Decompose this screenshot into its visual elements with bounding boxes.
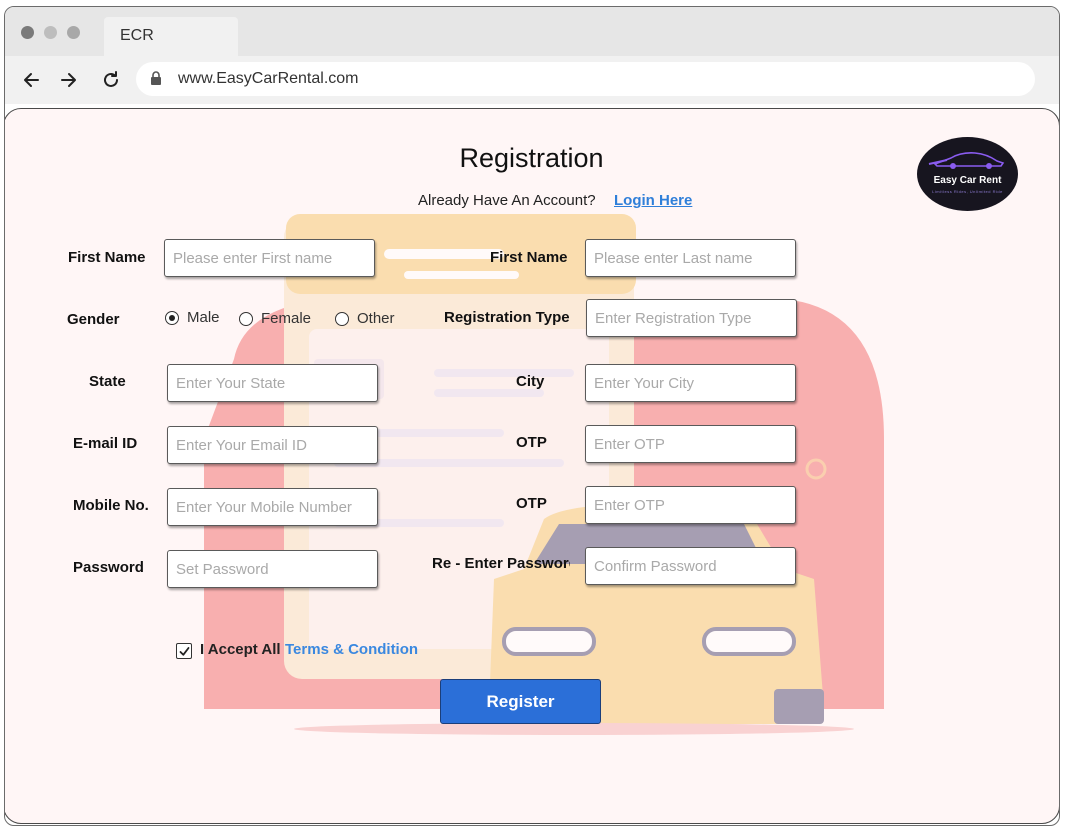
first-name-field[interactable]	[164, 239, 375, 277]
accept-terms-checkbox[interactable]	[176, 643, 192, 659]
reload-button[interactable]	[97, 66, 125, 94]
confirm-password-label: Re - Enter Password	[432, 555, 570, 572]
url-text: www.EasyCarRental.com	[178, 70, 359, 87]
accept-text: I Accept All	[200, 641, 281, 658]
logo-tagline: Limitless Rides, Unlimited Ride	[932, 189, 1003, 194]
mobile-field[interactable]	[167, 488, 378, 526]
gender-label: Gender	[67, 311, 120, 328]
car-logo-icon	[928, 152, 1005, 169]
email-otp-label: OTP	[516, 434, 547, 451]
mobile-label: Mobile No.	[73, 497, 149, 514]
city-label: City	[516, 373, 545, 390]
registration-type-label: Registration Type	[444, 309, 570, 326]
state-input[interactable]	[168, 365, 377, 401]
password-input[interactable]	[168, 551, 377, 587]
arrow-right-icon	[61, 73, 76, 87]
city-input[interactable]	[586, 365, 795, 401]
gender-radio-male[interactable]: Male	[165, 309, 220, 326]
last-name-label: First Name	[490, 249, 568, 266]
logo-text: Easy Car Rent	[933, 175, 1002, 186]
password-field[interactable]	[167, 550, 378, 588]
email-otp-input[interactable]	[586, 426, 795, 462]
mobile-input[interactable]	[168, 489, 377, 525]
registration-type-field[interactable]	[586, 299, 797, 337]
browser-window: ECR www.EasyCarRental.com Registration A…	[4, 6, 1060, 826]
window-minimize-dot[interactable]	[44, 26, 57, 39]
reload-icon	[104, 71, 118, 87]
email-label: E-mail ID	[73, 435, 138, 452]
window-maximize-dot[interactable]	[67, 26, 80, 39]
registration-type-input[interactable]	[587, 300, 796, 336]
gender-radio-other[interactable]: Other	[335, 310, 395, 327]
first-name-input[interactable]	[165, 240, 374, 276]
checkmark-icon	[179, 646, 189, 656]
terms-link[interactable]: Terms & Condition	[285, 641, 418, 658]
register-button[interactable]: Register	[440, 679, 601, 724]
tab-title: ECR	[120, 27, 154, 44]
browser-tab[interactable]: ECR	[104, 17, 238, 56]
have-account-text: Already Have An Account?	[418, 192, 596, 209]
registration-page: Registration Already Have An Account? Lo…	[5, 108, 1059, 824]
confirm-password-field[interactable]	[585, 547, 796, 585]
email-otp-field[interactable]	[585, 425, 796, 463]
forward-button[interactable]	[55, 66, 83, 94]
email-field[interactable]	[167, 426, 378, 464]
last-name-input[interactable]	[586, 240, 795, 276]
state-field[interactable]	[167, 364, 378, 402]
arrow-left-icon	[24, 73, 39, 87]
first-name-label: First Name	[68, 249, 146, 266]
state-label: State	[89, 373, 126, 390]
gender-option-label: Male	[187, 309, 220, 326]
window-close-dot[interactable]	[21, 26, 34, 39]
confirm-password-input[interactable]	[586, 548, 795, 584]
tab-bar: ECR	[5, 7, 1059, 56]
gender-option-label: Female	[261, 310, 312, 327]
back-button[interactable]	[17, 66, 45, 94]
city-field[interactable]	[585, 364, 796, 402]
gender-radio-female[interactable]: Female	[239, 310, 311, 327]
brand-logo: Easy Car Rent Limitless Rides, Unlimited…	[917, 137, 1018, 211]
radio-selected-icon	[165, 310, 179, 325]
password-label: Password	[73, 559, 144, 576]
mobile-otp-label: OTP	[516, 495, 547, 512]
email-input[interactable]	[168, 427, 377, 463]
mobile-otp-field[interactable]	[585, 486, 796, 524]
login-link[interactable]: Login Here	[614, 192, 692, 209]
gender-option-label: Other	[357, 310, 395, 327]
mobile-otp-input[interactable]	[586, 487, 795, 523]
navigation-bar: www.EasyCarRental.com	[5, 56, 1059, 104]
radio-unselected-icon	[335, 311, 349, 326]
lock-icon	[151, 71, 161, 85]
radio-unselected-icon	[239, 311, 253, 326]
page-title: Registration	[459, 143, 604, 173]
last-name-field[interactable]	[585, 239, 796, 277]
address-bar[interactable]: www.EasyCarRental.com	[136, 62, 1035, 96]
